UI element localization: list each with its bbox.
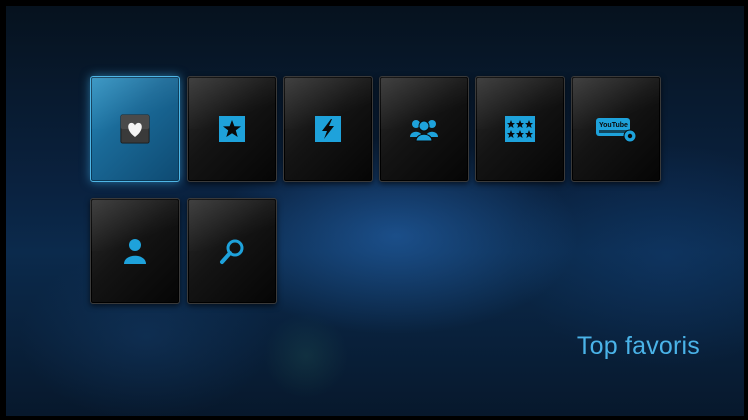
youtube-settings-icon: YouTube (594, 114, 638, 144)
tv-screen: YouTube Top favoris (6, 6, 744, 416)
tile-flash[interactable] (283, 76, 373, 182)
tile-starred[interactable] (187, 76, 277, 182)
tile-favorites[interactable] (90, 76, 180, 182)
people-icon (409, 114, 439, 144)
tile-account[interactable] (90, 198, 180, 304)
tile-search[interactable] (187, 198, 277, 304)
rating-stars-icon (505, 114, 535, 144)
focused-item-caption: Top favoris (576, 332, 700, 360)
lightning-icon (313, 114, 343, 144)
tile-groups[interactable] (379, 76, 469, 182)
youtube-logo-text: YouTube (599, 122, 628, 129)
search-icon (217, 236, 247, 266)
star-icon (217, 114, 247, 144)
user-icon (120, 236, 150, 266)
tile-youtube[interactable]: YouTube (571, 76, 661, 182)
tile-ratings[interactable] (475, 76, 565, 182)
heart-icon (120, 114, 150, 144)
